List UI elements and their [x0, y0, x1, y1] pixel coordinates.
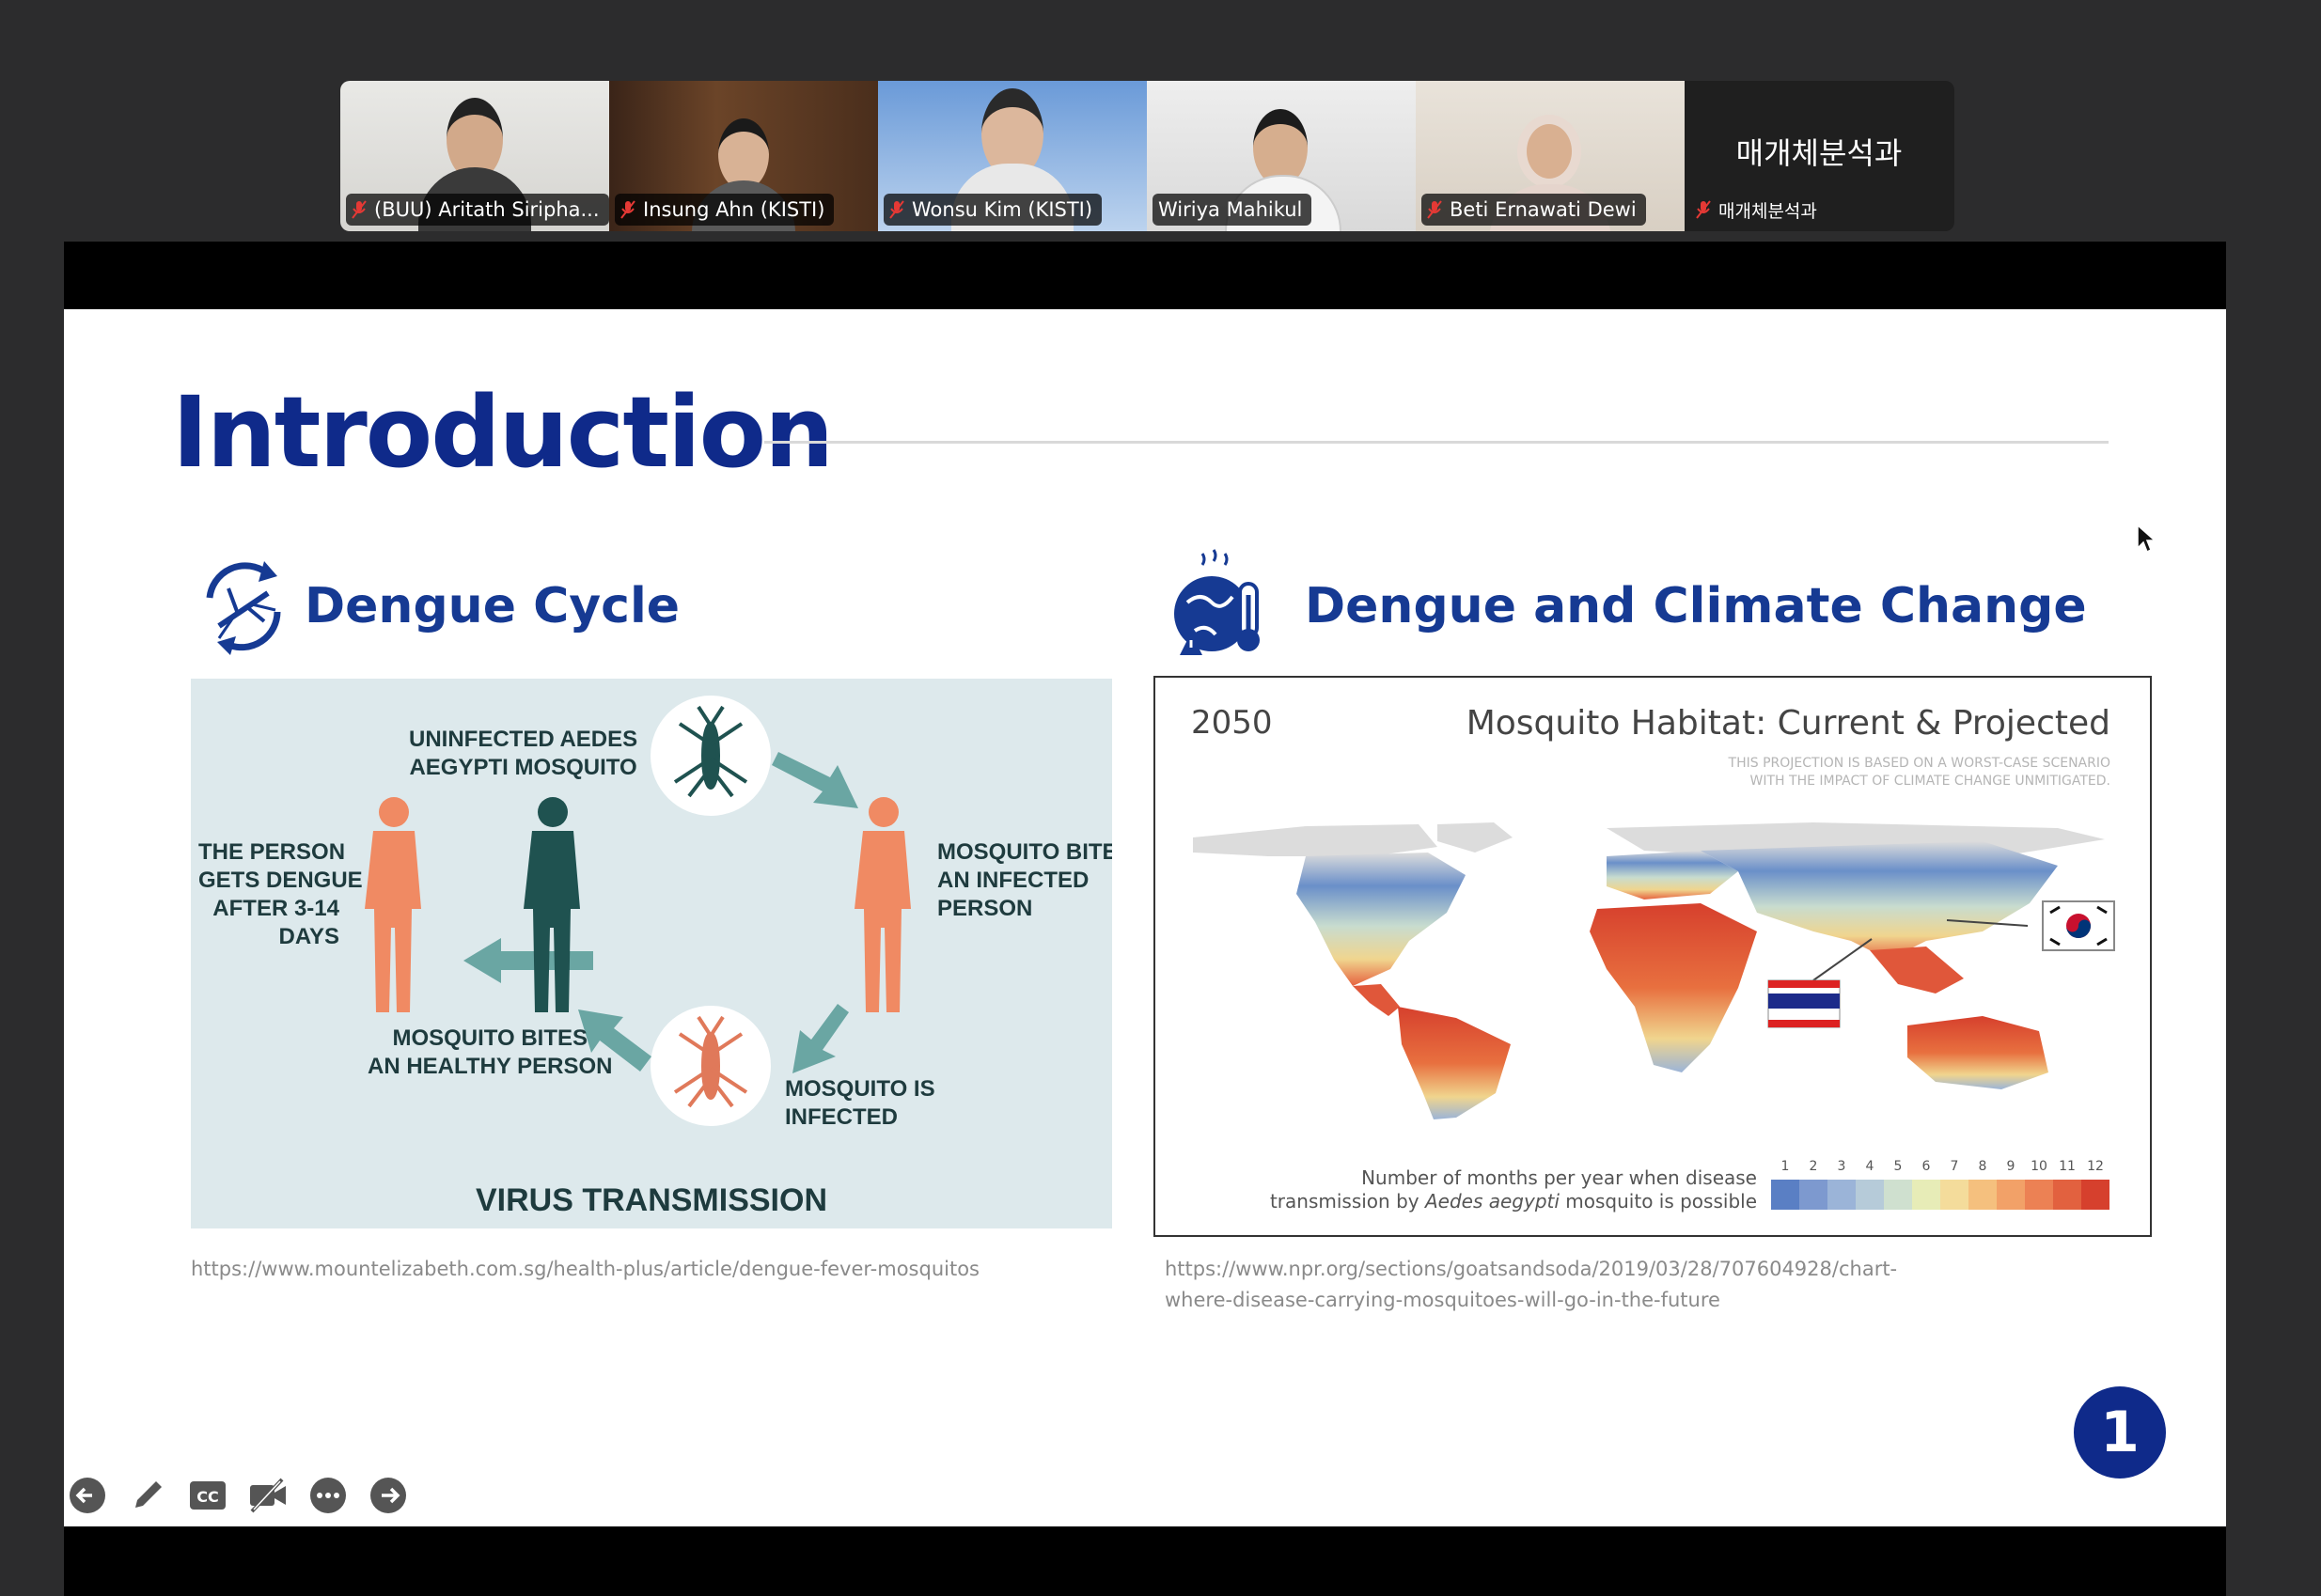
legend-color-swatch — [1968, 1180, 1997, 1210]
previous-slide-icon — [70, 1478, 105, 1513]
mic-muted-icon — [1427, 199, 1442, 220]
pen-button[interactable] — [128, 1476, 167, 1515]
map-title: Mosquito Habitat: Current & Projected — [1466, 704, 2110, 743]
legend-scale-labels: 1 2 3 4 5 6 7 8 9 10 11 12 — [1771, 1159, 2109, 1174]
mouse-cursor-icon — [2137, 524, 2156, 554]
legend-color-swatch — [1912, 1180, 1940, 1210]
legend-color-swatch — [2081, 1180, 2109, 1210]
legend-value-label: 12 — [2087, 1159, 2104, 1174]
map-year: 2050 — [1191, 704, 1273, 742]
title-divider — [764, 441, 2109, 444]
dengue-climate-heading: Dengue and Climate Change — [1305, 578, 2087, 634]
mic-muted-icon — [620, 199, 635, 220]
mic-muted-icon — [352, 199, 367, 220]
participant-name: (BUU) Aritath Siripha... — [346, 194, 609, 226]
legend-value-label: 1 — [1780, 1159, 1790, 1174]
legend-value-label: 11 — [2059, 1159, 2076, 1174]
video-button[interactable] — [248, 1476, 288, 1515]
participant-name: 매개체분석과 — [1690, 194, 1827, 226]
legend-value-label: 10 — [2031, 1159, 2047, 1174]
source-link-right[interactable]: https://www.npr.org/sections/goatsandsod… — [1165, 1254, 1897, 1316]
video-off-icon — [250, 1478, 286, 1513]
captions-icon: CC — [190, 1481, 226, 1510]
legend-value-label: 3 — [1837, 1159, 1846, 1174]
legend-color-swatch — [1856, 1180, 1884, 1210]
legend-color-swatch — [1827, 1180, 1856, 1210]
pen-icon — [135, 1481, 162, 1508]
bites-infected-label: MOSQUITO BITES AN INFECTED PERSON — [937, 839, 1112, 921]
more-icon — [310, 1478, 346, 1513]
participant-tile[interactable]: 매개체분석과 매개체분석과 — [1685, 81, 1953, 231]
bites-healthy-label: MOSQUITO BITES AN HEALTHY PERSON — [368, 1025, 613, 1079]
climate-globe-icon — [1174, 549, 1260, 655]
infected-person-right — [855, 797, 911, 1012]
sick-person-left — [365, 797, 421, 1012]
world-map — [1193, 822, 2115, 1119]
legend-color-swatch — [1884, 1180, 1912, 1210]
south-korea-flag-icon — [2042, 900, 2115, 951]
participant-name: Wonsu Kim (KISTI) — [884, 194, 1103, 226]
participant-tile[interactable]: Beti Ernawati Dewi — [1416, 81, 1685, 231]
participant-tile[interactable]: Wonsu Kim (KISTI) — [878, 81, 1147, 231]
legend-value-label: 4 — [1865, 1159, 1874, 1174]
participant-name: Insung Ahn (KISTI) — [615, 194, 835, 226]
uninfected-mosquito-label: UNINFECTED AEDES AEGYPTI MOSQUITO — [409, 727, 638, 780]
legend-value-label: 5 — [1893, 1159, 1903, 1174]
presentation-slide: Introduction Dengue Cycle UNINFECTED AED… — [64, 309, 2226, 1526]
virus-transmission-title: VIRUS TRANSMISSION — [475, 1182, 828, 1218]
participant-name: Wiriya Mahikul — [1153, 194, 1312, 226]
thailand-flag-icon — [1767, 979, 1841, 1028]
mosquito-habitat-map: 2050 Mosquito Habitat: Current & Project… — [1153, 676, 2152, 1237]
legend-value-label: 2 — [1809, 1159, 1818, 1174]
next-slide-button[interactable] — [369, 1476, 408, 1515]
source-link-left[interactable]: https://www.mountelizabeth.com.sg/health… — [191, 1254, 980, 1285]
dengue-cycle-diagram: UNINFECTED AEDES AEGYPTI MOSQUITO MOSQUI… — [191, 679, 1112, 1228]
legend-caption: Number of months per year when disease t… — [1269, 1166, 1757, 1213]
dengue-cycle-heading: Dengue Cycle — [305, 578, 681, 634]
svg-text:CC: CC — [196, 1488, 218, 1506]
legend-color-swatch — [2025, 1180, 2053, 1210]
legend-color-swatch — [2053, 1180, 2081, 1210]
participant-display-name: 매개체분석과 — [1735, 135, 1903, 171]
share-letterbox-top — [64, 242, 2226, 309]
next-slide-icon — [370, 1478, 406, 1513]
share-letterbox-bottom — [64, 1526, 2226, 1596]
cycle-mosquito-icon — [206, 561, 281, 655]
previous-slide-button[interactable] — [68, 1476, 107, 1515]
participant-tile-active-speaker[interactable]: Wiriya Mahikul — [1147, 81, 1416, 231]
legend-color-bar — [1771, 1180, 2109, 1210]
legend-color-swatch — [1771, 1180, 1799, 1210]
mic-muted-icon — [1696, 199, 1711, 220]
participant-tile[interactable]: (BUU) Aritath Siripha... — [340, 81, 609, 231]
legend-color-swatch — [1799, 1180, 1827, 1210]
slide-page-number: 1 — [2074, 1386, 2166, 1479]
more-options-button[interactable] — [308, 1476, 348, 1515]
presentation-toolbar: CC — [68, 1476, 408, 1515]
participant-strip: (BUU) Aritath Siripha... Insung Ahn (KIS… — [340, 81, 1954, 231]
legend-value-label: 7 — [1950, 1159, 1959, 1174]
mosquito-infected-label: MOSQUITO IS INFECTED — [785, 1076, 935, 1130]
participant-name: Beti Ernawati Dewi — [1421, 194, 1646, 226]
legend-value-label: 6 — [1921, 1159, 1931, 1174]
legend-color-swatch — [1940, 1180, 1968, 1210]
legend-value-label: 9 — [2006, 1159, 2015, 1174]
slide-title: Introduction — [172, 375, 834, 490]
captions-button[interactable]: CC — [188, 1476, 227, 1515]
participant-tile[interactable]: Insung Ahn (KISTI) — [609, 81, 878, 231]
map-subtitle: THIS PROJECTION IS BASED ON A WORST-CASE… — [1728, 756, 2110, 789]
legend-color-swatch — [1997, 1180, 2025, 1210]
mic-muted-icon — [889, 199, 904, 220]
legend-value-label: 8 — [1978, 1159, 1987, 1174]
gets-dengue-label: THE PERSON GETS DENGUE AFTER 3-14 DAYS — [198, 839, 363, 949]
healthy-person-center — [524, 797, 580, 1012]
